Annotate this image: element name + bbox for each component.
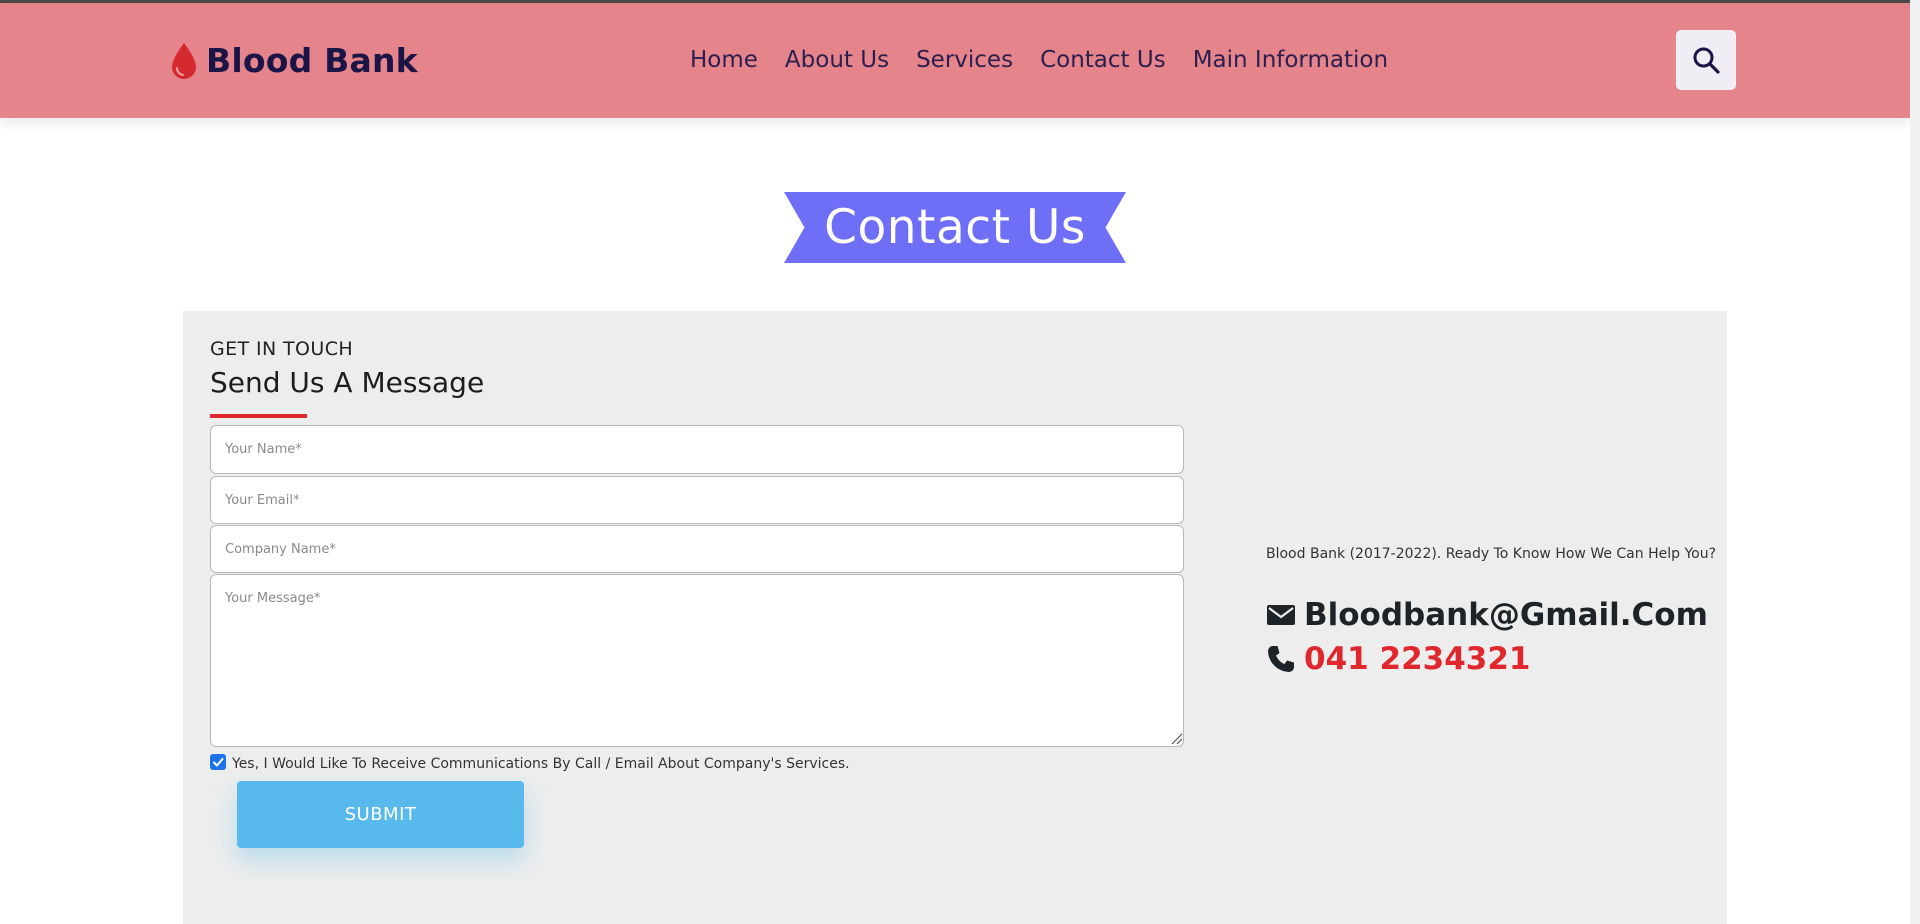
consent-label: Yes, I Would Like To Receive Communicati… bbox=[232, 756, 850, 772]
contact-email-row: Bloodbank@Gmail.Com bbox=[1266, 597, 1708, 633]
site-header: Blood Bank Home About Us Services Contac… bbox=[0, 3, 1910, 118]
nav-item-main-information[interactable]: Main Information bbox=[1193, 47, 1388, 73]
logo-text: Blood Bank bbox=[206, 41, 418, 80]
search-icon bbox=[1693, 47, 1720, 74]
page-scrollbar[interactable] bbox=[1910, 0, 1920, 924]
search-button[interactable] bbox=[1676, 30, 1736, 90]
contact-phone-row: 041 2234321 bbox=[1266, 641, 1531, 677]
nav-item-services[interactable]: Services bbox=[916, 47, 1013, 73]
submit-button[interactable]: SUBMIT bbox=[237, 781, 524, 848]
company-input[interactable] bbox=[210, 525, 1184, 573]
contact-email[interactable]: Bloodbank@Gmail.Com bbox=[1304, 597, 1708, 633]
message-textarea[interactable] bbox=[210, 574, 1184, 747]
page-title-banner: Contact Us bbox=[784, 192, 1126, 263]
checkmark-icon bbox=[213, 758, 224, 767]
main-nav: Home About Us Services Contact Us Main I… bbox=[690, 47, 1415, 73]
consent-row: Yes, I Would Like To Receive Communicati… bbox=[210, 752, 850, 772]
contact-note: Blood Bank (2017-2022). Ready To Know Ho… bbox=[1266, 546, 1717, 562]
email-input[interactable] bbox=[210, 476, 1184, 524]
resize-handle-icon[interactable] bbox=[1171, 733, 1183, 745]
nav-item-about-us[interactable]: About Us bbox=[785, 47, 889, 73]
nav-item-home[interactable]: Home bbox=[690, 47, 758, 73]
contact-phone[interactable]: 041 2234321 bbox=[1304, 641, 1531, 677]
title-underline bbox=[210, 414, 307, 418]
page-title: Contact Us bbox=[824, 200, 1086, 255]
phone-icon bbox=[1268, 646, 1294, 672]
logo[interactable]: Blood Bank bbox=[170, 41, 418, 80]
contact-panel: GET IN TOUCH Send Us A Message Yes, I Wo… bbox=[183, 311, 1727, 924]
form-eyebrow: GET IN TOUCH bbox=[210, 338, 354, 360]
consent-checkbox[interactable] bbox=[210, 754, 226, 770]
envelope-icon bbox=[1267, 605, 1295, 625]
name-input[interactable] bbox=[210, 425, 1184, 474]
form-title: Send Us A Message bbox=[210, 366, 485, 399]
nav-item-contact-us[interactable]: Contact Us bbox=[1040, 47, 1166, 73]
blood-drop-icon bbox=[172, 42, 196, 79]
